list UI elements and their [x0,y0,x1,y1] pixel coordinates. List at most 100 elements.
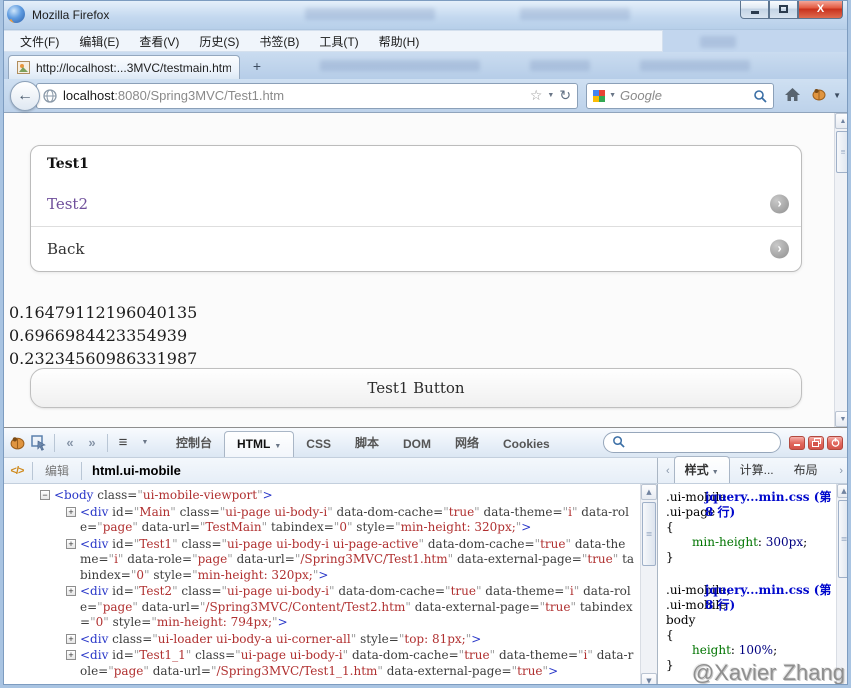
menu-tools[interactable]: 工具(T) [310,30,367,53]
tab-html[interactable]: HTML ▼ [224,431,295,457]
firebug-minimize-icon[interactable] [789,435,805,450]
tab-style[interactable]: 样式 ▼ [673,456,730,483]
html-tree-node[interactable]: − <body class="ui-mobile-viewport"> [0,488,635,504]
menu-edit[interactable]: 编辑(E) [70,30,128,53]
scroll-up-icon[interactable]: ▲ [835,113,851,129]
element-source: <div id="Main" class="ui-page ui-body-i"… [80,504,629,535]
tab-strip: http://localhost:...3MVC/testmain.htm + [0,52,851,79]
scrollbar-thumb[interactable]: ≡ [642,502,656,566]
expand-icon[interactable]: + [66,538,76,549]
nav-back-icon[interactable]: « [59,432,81,454]
html-tree-node[interactable]: + <div id="Main" class="ui-page ui-body-i… [0,505,635,536]
css-rule: jquery...min.css (第 8 行) .ui-mobile, .ui-m… [666,583,833,673]
tab-console[interactable]: 控制台 [164,429,224,457]
firebug-search-bar[interactable] [603,432,781,453]
edit-button[interactable]: 编辑 [37,460,77,481]
reload-icon[interactable]: ↻ [559,87,571,104]
menu-help[interactable]: 帮助(H) [370,30,429,53]
code-brackets-icon[interactable]: </> [6,460,28,482]
menu-file[interactable]: 文件(F) [11,30,68,53]
close-button[interactable]: X [798,0,843,19]
menu-history[interactable]: 历史(S) [190,30,248,53]
browser-tab[interactable]: http://localhost:...3MVC/testmain.htm [8,55,240,79]
home-button[interactable] [784,87,801,105]
scroll-up-icon[interactable]: ▲ [641,484,657,500]
css-rule: jquery...min.css (第 8 行) .ui-mobile .ui-pa… [666,490,833,565]
collapse-icon[interactable]: − [40,490,50,500]
tab-html-dropdown-icon[interactable]: ▼ [274,443,281,450]
scroll-up-icon[interactable]: ▲ [837,484,851,498]
new-tab-button[interactable]: + [244,57,270,77]
firebug-menu-icon[interactable] [6,432,28,454]
firebug-detach-icon[interactable] [808,435,824,450]
panel-list-dropdown-icon[interactable]: ▼ [134,432,156,454]
list-item-label[interactable]: Back [47,240,84,258]
firebug-panel: « » ≡ ▼ 控制台 HTML ▼ CSS 脚本 DOM 网络 Cookies … [0,427,851,688]
scroll-down-icon[interactable]: ▼ [835,411,851,427]
firebug-toolbar-button[interactable] [811,87,827,104]
list-item-test2[interactable]: Test2 › [31,182,801,227]
element-source: <body class="ui-mobile-viewport"> [54,488,273,502]
side-tabs-next-icon[interactable]: › [835,465,847,477]
html-tree-node[interactable]: + <div id="Test2" class="ui-page ui-body-… [0,584,635,631]
minimize-button[interactable] [740,0,769,19]
maximize-button[interactable] [769,0,798,19]
tab-css[interactable]: CSS [294,432,343,457]
scroll-down-icon[interactable]: ▼ [641,673,657,688]
css-brace: } [666,550,674,564]
html-tree-node[interactable]: + <div id="Test1_1" class="ui-page ui-bod… [0,648,635,679]
tab-network[interactable]: 网络 [443,429,491,457]
expand-icon[interactable]: + [66,650,76,660]
css-declaration[interactable]: min-height: 300px; [666,535,833,550]
style-panel-scrollbar[interactable]: ▲ ≡ [836,484,851,688]
search-input[interactable] [620,88,750,103]
html-tree-node[interactable]: + <div class="ui-loader ui-body-a ui-corn… [0,632,635,648]
back-button[interactable]: ← [10,80,40,111]
tab-computed[interactable]: 计算... [730,457,784,483]
search-engine-dropdown-icon[interactable]: ▼ [609,92,616,99]
firebug-deactivate-icon[interactable] [827,435,843,450]
list-item-back[interactable]: Back › [31,227,801,271]
panel-list-icon[interactable]: ≡ [112,432,134,454]
scrollbar-thumb[interactable]: ≡ [836,131,850,173]
firebug-tabs: 控制台 HTML ▼ CSS 脚本 DOM 网络 Cookies [164,428,562,457]
css-file-link[interactable]: jquery...min.css (第 8 行) [705,490,833,520]
css-file-link[interactable]: jquery...min.css (第 8 行) [705,583,833,613]
expand-icon[interactable]: + [66,586,76,596]
side-tabs-prev-icon[interactable]: ‹ [662,465,674,477]
url-bar[interactable]: localhost:8080/Spring3MVC/Test1.htm ☆ ▼ … [36,82,579,109]
menu-view[interactable]: 查看(V) [130,30,188,53]
tab-cookies[interactable]: Cookies [491,432,562,457]
nav-forward-icon[interactable]: » [81,432,103,454]
css-declaration[interactable]: height: 100%; [666,643,833,658]
tab-script[interactable]: 脚本 [343,429,391,457]
breadcrumb[interactable]: html.ui-mobile [92,463,181,478]
css-brace: { [666,628,674,642]
expand-icon[interactable]: + [66,506,76,517]
firebug-window-controls [789,435,843,450]
menu-bookmarks[interactable]: 书签(B) [250,30,308,53]
html-tree-scrollbar[interactable]: ▲ ≡ ▼ [640,484,657,688]
tab-style-dropdown-icon[interactable]: ▼ [712,469,719,476]
expand-icon[interactable]: + [66,633,76,644]
tab-layout[interactable]: 布局 [784,457,828,483]
firebug-toolbar: « » ≡ ▼ 控制台 HTML ▼ CSS 脚本 DOM 网络 Cookies [0,428,851,458]
element-source: <div id="Test1_1" class="ui-page ui-body… [80,648,634,678]
inspect-element-icon[interactable] [28,432,50,454]
test1-button[interactable]: Test1 Button [30,368,802,408]
url-text[interactable]: localhost:8080/Spring3MVC/Test1.htm [63,88,524,103]
search-bar[interactable]: ▼ [586,82,775,109]
toolbar-overflow-icon[interactable]: ▼ [833,91,841,100]
page-scrollbar[interactable]: ▲ ≡ ▼ [834,113,851,427]
scrollbar-thumb[interactable]: ≡ [838,500,850,578]
css-selector[interactable]: body [666,613,833,628]
url-dropdown-icon[interactable]: ▼ [547,92,554,99]
firebug-search-magnifier-icon [612,435,625,451]
bookmark-star-icon[interactable]: ☆ [530,87,543,104]
search-magnifier-icon[interactable] [753,89,767,103]
html-tree-node[interactable]: + <div id="Test1" class="ui-page ui-body-… [0,537,635,584]
tab-dom[interactable]: DOM [391,432,443,457]
firebug-search-input[interactable] [630,435,772,450]
window-title: Mozilla Firefox [32,8,110,22]
list-item-label[interactable]: Test2 [47,195,88,213]
